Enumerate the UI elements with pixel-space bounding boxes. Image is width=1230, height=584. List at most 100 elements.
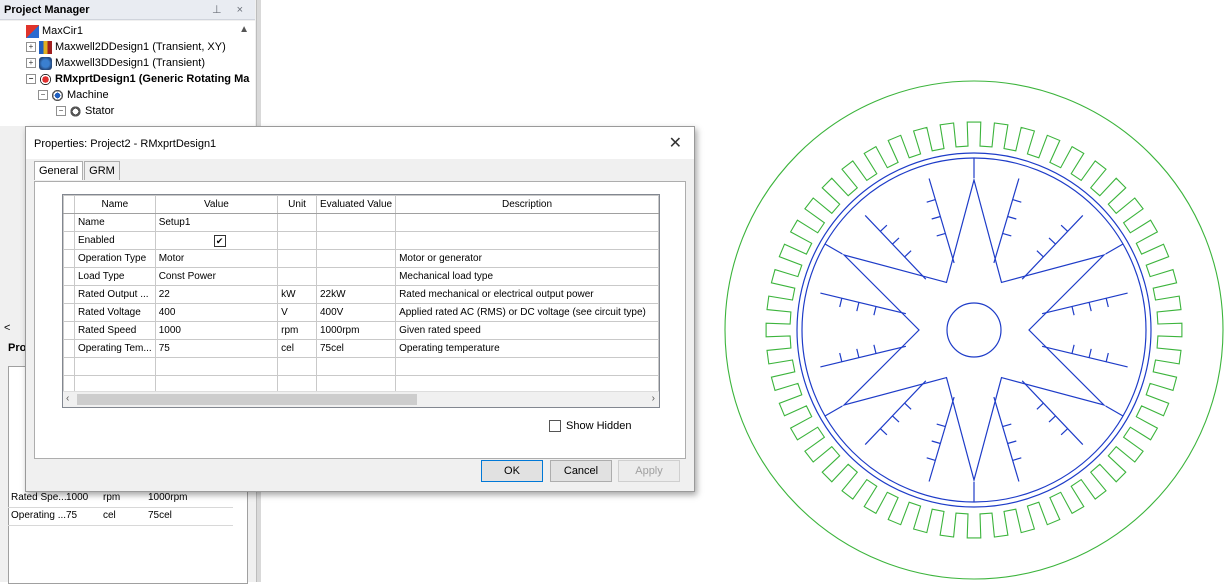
cell-value[interactable]: Const Power [154, 267, 279, 286]
project-manager-title: Project Manager [4, 4, 90, 16]
table-row[interactable]: Rated Spe... 1000 rpm 1000rpm [8, 490, 233, 508]
cell-description[interactable] [395, 213, 659, 232]
cell-description[interactable]: Rated mechanical or electrical output po… [395, 285, 659, 304]
magnet-segment [1012, 199, 1022, 203]
cell-value[interactable]: 400 [154, 303, 279, 322]
close-icon[interactable]: ✕ [669, 133, 682, 153]
table-row[interactable]: Operation Type Motor Motor or generator [63, 249, 659, 268]
magnet-segment [931, 440, 941, 445]
col-header-name[interactable]: Name [73, 195, 156, 214]
tree-item-maxwell3d[interactable]: + Maxwell3DDesign1 (Transient) [26, 55, 205, 71]
cell-value[interactable]: Motor [154, 249, 279, 268]
panel-pin-close-icons[interactable]: ⊥ × [212, 0, 249, 20]
table-row[interactable]: Enabled ✔ [63, 231, 659, 250]
show-hidden-checkbox[interactable]: Show Hidden [549, 420, 631, 433]
cell-name[interactable]: Operation Type [73, 249, 156, 268]
cell-unit[interactable] [277, 213, 317, 232]
collapse-icon[interactable]: − [38, 90, 48, 101]
cell-value[interactable]: 1000 [154, 321, 279, 340]
scroll-up-icon[interactable]: ▲ [239, 24, 249, 35]
project-tree[interactable]: ▲ MaxCir1 + Maxwell2DDesign1 (Transient, … [0, 21, 255, 126]
cell-description[interactable]: Operating temperature [395, 339, 659, 358]
property-grid[interactable]: Name Value Unit Evaluated Value Descript… [62, 194, 660, 408]
cell-evaluated[interactable] [315, 249, 397, 268]
cell-name[interactable]: Operating Tem... [73, 339, 156, 358]
rib-line [824, 243, 843, 255]
cell-evaluated[interactable] [315, 213, 397, 232]
table-header-row: Name Value Unit Evaluated Value Descript… [63, 195, 659, 214]
collapse-icon[interactable]: − [56, 106, 66, 117]
tree-item-maxcir1[interactable]: MaxCir1 [26, 23, 83, 39]
table-row[interactable]: Rated Speed 1000 rpm 1000rpm Given rated spe… [63, 321, 659, 340]
table-row[interactable]: Operating Tem... 75 cel 75cel Operating temp… [63, 339, 659, 358]
cell-description[interactable]: Mechanical load type [395, 267, 659, 286]
tree-item-machine[interactable]: − Machine [38, 87, 109, 103]
cell-evaluated[interactable] [315, 267, 397, 286]
col-header-evaluated[interactable]: Evaluated Value [315, 195, 397, 214]
table-row[interactable]: Operating ... 75 cel 75cel [8, 508, 233, 526]
horizontal-scrollbar[interactable]: ‹ › [63, 391, 659, 407]
scroll-right-icon[interactable]: › [652, 393, 655, 404]
tab-general[interactable]: General [34, 161, 84, 180]
cell-description[interactable] [395, 231, 659, 250]
table-row[interactable]: Load Type Const Power Mechanical load type [63, 267, 659, 286]
cell-unit[interactable] [277, 249, 317, 268]
magnet-segment [873, 344, 877, 354]
table-row[interactable]: Rated Voltage 400 V 400V Applied rated AC (R… [63, 303, 659, 322]
magnet-segment [879, 428, 888, 436]
cell-unit[interactable]: kW [277, 285, 317, 304]
collapse-left-icon[interactable]: < [4, 322, 10, 334]
cell-value[interactable]: 75 [154, 339, 279, 358]
cell-evaluated[interactable]: 75cel [315, 339, 397, 358]
cell-value[interactable]: ✔ [154, 231, 279, 250]
table-row[interactable]: Rated Output ... 22 kW 22kW Rated mechanical… [63, 285, 659, 304]
expand-icon[interactable]: + [26, 42, 36, 53]
machine-icon [51, 88, 64, 102]
scroll-left-icon[interactable]: ‹ [66, 393, 69, 404]
collapse-icon[interactable]: − [26, 74, 36, 85]
cell-unit[interactable]: V [277, 303, 317, 322]
cell-name[interactable]: Load Type [73, 267, 156, 286]
tree-item-label: RMxprtDesign1 (Generic Rotating Ma [55, 73, 250, 85]
enabled-checkbox[interactable]: ✔ [213, 234, 226, 247]
ok-button[interactable]: OK [481, 460, 543, 482]
row-header [63, 195, 75, 214]
cell-name[interactable]: Enabled [73, 231, 156, 250]
magnet-barrier [993, 178, 1020, 264]
empty-cell [63, 357, 75, 376]
cell-evaluated[interactable]: 1000rpm [315, 321, 397, 340]
cell-evaluated[interactable] [315, 231, 397, 250]
col-header-description[interactable]: Description [395, 195, 659, 214]
row-header [63, 231, 75, 250]
scrollbar-thumb[interactable] [77, 394, 417, 405]
checkbox-icon[interactable] [549, 420, 561, 433]
apply-button[interactable]: Apply [618, 460, 680, 482]
cell-description[interactable]: Applied rated AC (RMS) or DC voltage (se… [395, 303, 659, 322]
col-header-value[interactable]: Value [154, 195, 279, 214]
cell-evaluated[interactable]: 400V [315, 303, 397, 322]
cell-name[interactable]: Rated Speed [73, 321, 156, 340]
cell-description[interactable]: Motor or generator [395, 249, 659, 268]
cell-unit[interactable]: cel [277, 339, 317, 358]
stator-outline [724, 80, 1224, 580]
col-header-unit[interactable]: Unit [277, 195, 317, 214]
cell-unit[interactable]: rpm [277, 321, 317, 340]
tree-item-stator[interactable]: − Stator [56, 103, 114, 119]
cell-name[interactable]: Rated Output ... [73, 285, 156, 304]
cell-value[interactable]: Setup1 [154, 213, 279, 232]
row-header [63, 303, 75, 322]
tab-grm[interactable]: GRM [84, 161, 120, 180]
table-row[interactable]: Name Setup1 [63, 213, 659, 232]
tree-item-rmxprt[interactable]: − RMxprtDesign1 (Generic Rotating Ma [26, 71, 249, 87]
cell-value[interactable]: 22 [154, 285, 279, 304]
expand-icon[interactable]: + [26, 58, 36, 69]
cell-evaluated[interactable]: 22kW [315, 285, 397, 304]
cancel-button[interactable]: Cancel [550, 460, 612, 482]
circuit-icon [26, 24, 39, 38]
tree-item-maxwell2d[interactable]: + Maxwell2DDesign1 (Transient, XY) [26, 39, 226, 55]
cell-name[interactable]: Rated Voltage [73, 303, 156, 322]
cell-unit[interactable] [277, 231, 317, 250]
cell-description[interactable]: Given rated speed [395, 321, 659, 340]
cell-name[interactable]: Name [73, 213, 156, 232]
cell-unit[interactable] [277, 267, 317, 286]
